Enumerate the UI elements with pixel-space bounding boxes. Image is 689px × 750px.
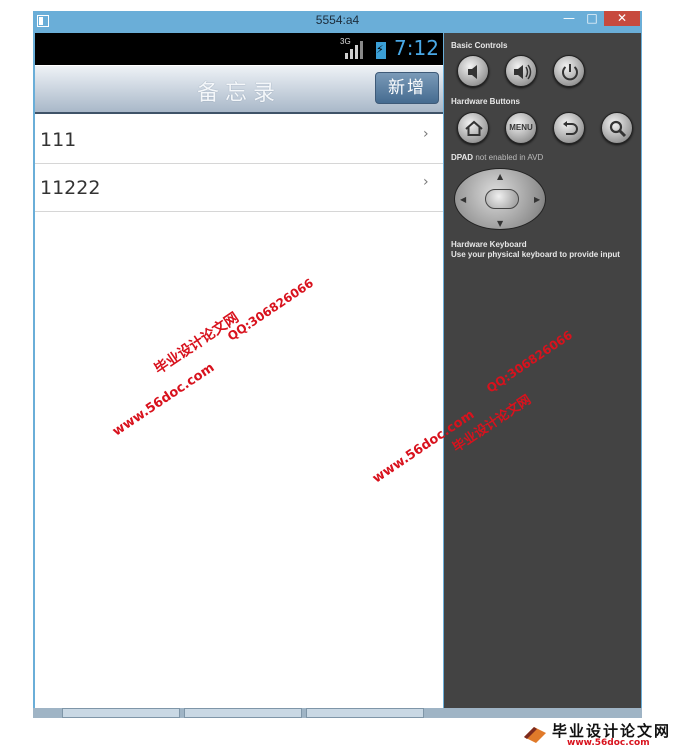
back-button[interactable] [553,112,585,144]
memo-title: 111 [40,129,77,151]
menu-button[interactable]: MENU [505,112,537,144]
status-bar: 3G 7:12 [35,33,443,65]
hardware-keyboard-info: Hardware Keyboard Use your physical keyb… [451,240,620,260]
close-button[interactable]: ✕ [604,11,640,26]
chevron-right-icon: › [423,174,429,190]
logo-icon [524,727,546,743]
site-logo: 毕业设计论文网 www.56doc.com [522,720,686,750]
dpad-label: DPAD not enabled in AVD [451,153,543,162]
keyboard-note: Use your physical keyboard to provide in… [451,250,620,259]
back-icon [563,121,578,135]
volume-up-button[interactable] [505,55,537,87]
volume-up-icon [514,64,532,80]
emulator-controls-panel: Basic Controls Hardware Buttons MENU DPA… [444,33,641,713]
basic-controls-label: Basic Controls [451,41,508,50]
menu-label: MENU [509,123,533,132]
dpad-note: not enabled in AVD [475,153,544,162]
dpad-left-icon[interactable]: ◀ [460,195,466,204]
dpad-right-icon[interactable]: ▶ [534,195,540,204]
volume-down-icon [468,65,477,79]
emulator-window: 5554:a4 — □ ✕ 3G 7:12 备忘录 新增 [33,11,642,714]
memo-title: 11222 [40,177,101,199]
signal-icon [345,41,363,59]
minimize-button[interactable]: — [558,11,580,26]
dpad-up-icon[interactable]: ▲ [497,172,503,181]
battery-charging-icon [376,39,386,59]
status-clock: 7:12 [394,36,439,60]
taskbar-item[interactable] [184,708,302,718]
dpad-control[interactable]: ▲ ▼ ◀ ▶ [454,168,546,230]
taskbar-item[interactable] [62,708,180,718]
home-icon [465,120,483,136]
window-title: 5554:a4 [315,13,360,27]
taskbar-item[interactable] [306,708,424,718]
action-bar: 备忘录 新增 [35,66,443,114]
search-icon [609,120,627,138]
logo-url: www.56doc.com [567,738,650,748]
maximize-button[interactable]: □ [582,11,602,26]
power-icon [562,64,578,81]
device-screen: 3G 7:12 备忘录 新增 111 › [35,33,443,713]
keyboard-title: Hardware Keyboard [451,240,527,249]
search-button[interactable] [601,112,633,144]
home-button[interactable] [457,112,489,144]
list-item[interactable]: 111 › [35,116,443,164]
dpad-title: DPAD [451,153,474,162]
power-button[interactable] [553,55,585,87]
dpad-down-icon[interactable]: ▼ [497,219,503,228]
screenshot: 5554:a4 — □ ✕ 3G 7:12 备忘录 新增 [0,0,689,750]
dpad-center-button[interactable] [485,189,519,209]
list-item[interactable]: 11222 › [35,164,443,212]
add-memo-button[interactable]: 新增 [375,72,439,104]
chevron-right-icon: › [423,126,429,142]
hardware-buttons-label: Hardware Buttons [451,97,520,106]
volume-down-button[interactable] [457,55,489,87]
memo-list: 111 › 11222 › [35,116,443,212]
window-titlebar[interactable]: 5554:a4 — □ ✕ [33,11,642,31]
